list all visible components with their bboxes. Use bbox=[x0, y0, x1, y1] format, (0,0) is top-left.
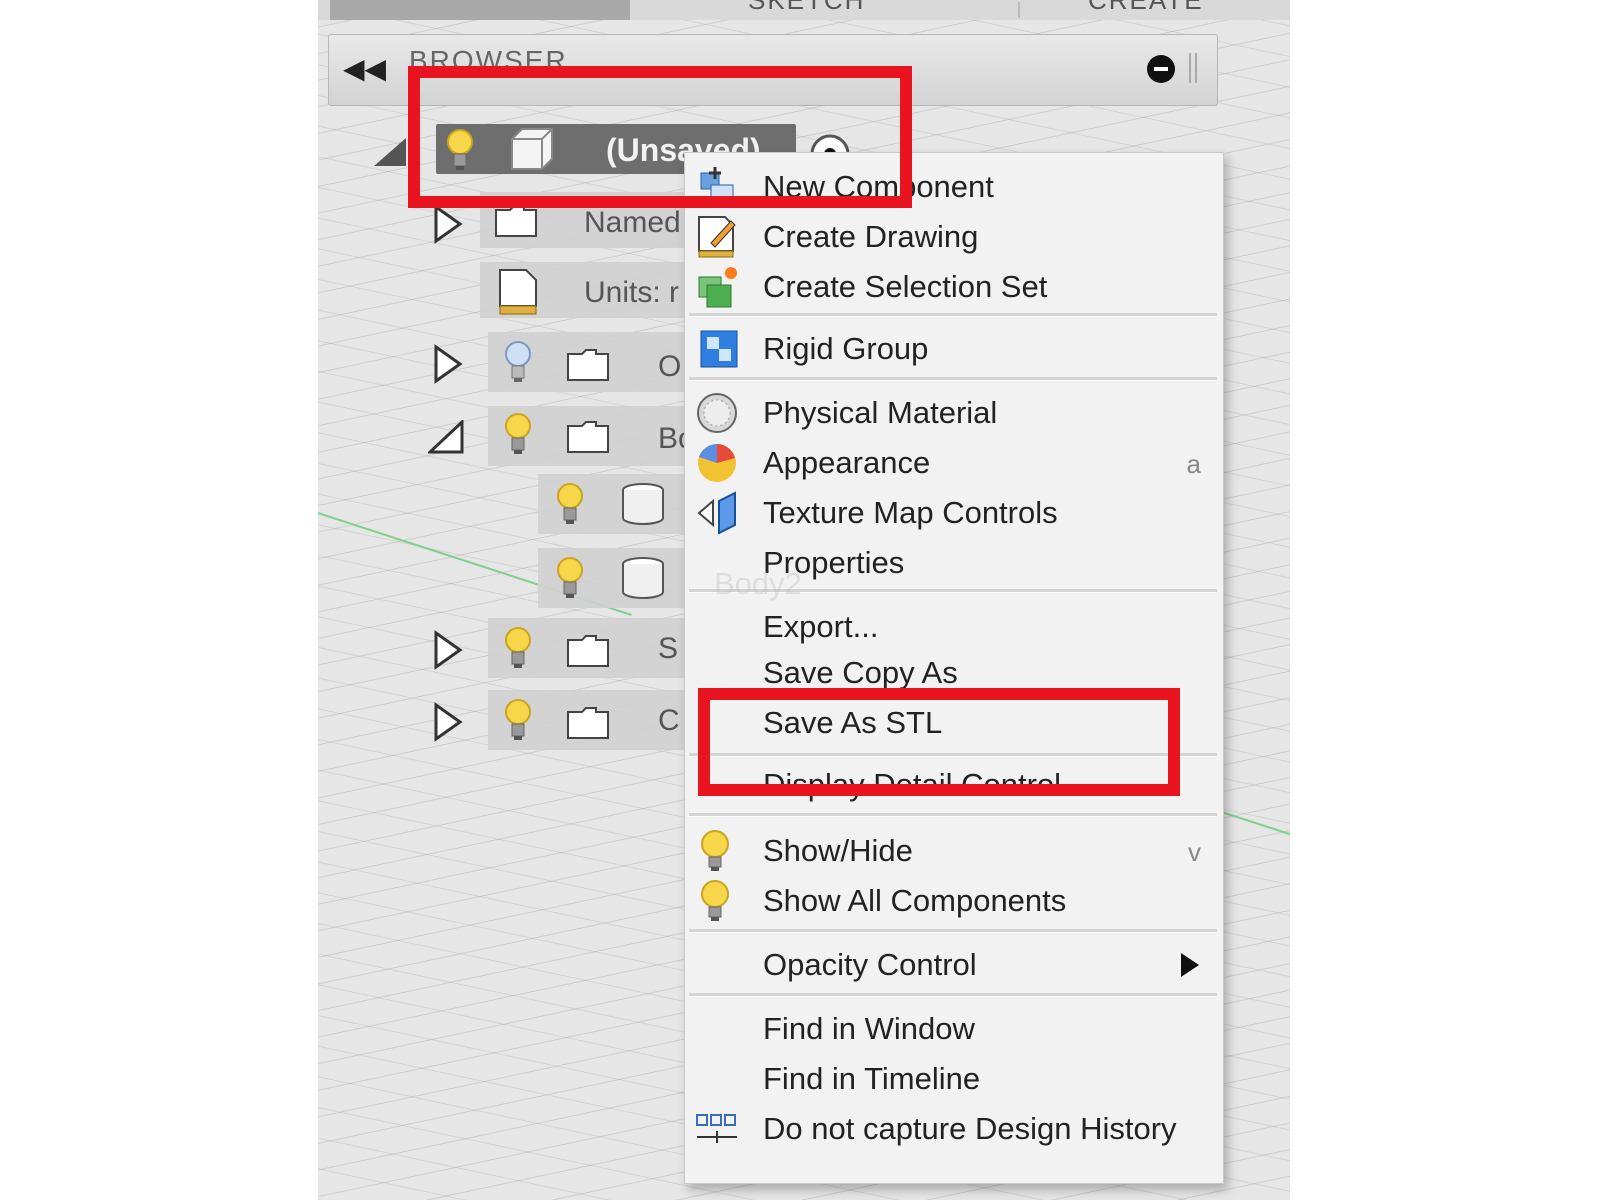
menu-item-label: Save Copy As bbox=[763, 655, 958, 690]
menu-item-label: Show/Hide bbox=[763, 833, 913, 868]
menu-separator bbox=[689, 377, 1217, 381]
tree-item-origin[interactable]: O bbox=[658, 350, 681, 384]
collapse-triangle-icon[interactable] bbox=[372, 136, 408, 168]
folder-icon bbox=[567, 421, 609, 453]
appearance-icon bbox=[698, 444, 736, 482]
panel-grip-icon[interactable] bbox=[1189, 53, 1197, 83]
design-history-icon bbox=[696, 1114, 737, 1143]
menu-item-opacity-control[interactable]: Opacity Control bbox=[685, 941, 1221, 987]
menu-item-label: Create Drawing bbox=[763, 219, 979, 254]
bulb-icon[interactable] bbox=[556, 556, 584, 600]
expand-triangle-icon[interactable] bbox=[432, 702, 464, 742]
bulb-icon[interactable] bbox=[504, 698, 532, 742]
menu-item-label: Texture Map Controls bbox=[763, 495, 1058, 530]
folder-icon bbox=[495, 205, 537, 237]
menu-item-label: Opacity Control bbox=[763, 947, 977, 982]
menu-item-find-in-timeline[interactable]: Find in Timeline bbox=[685, 1055, 1221, 1101]
bulb-icon[interactable] bbox=[504, 626, 532, 670]
selection-set-icon bbox=[698, 267, 737, 308]
body-icon bbox=[622, 557, 664, 599]
menu-item-label: Export... bbox=[763, 609, 879, 644]
toolbar-active-tab[interactable] bbox=[330, 0, 630, 20]
folder-icon bbox=[567, 707, 609, 739]
menu-shortcut: a bbox=[1186, 449, 1201, 479]
menu-item-label: Rigid Group bbox=[763, 331, 929, 366]
menu-item-label: Find in Timeline bbox=[763, 1061, 981, 1096]
menu-item-label: Find in Window bbox=[763, 1011, 975, 1046]
texture-map-icon bbox=[697, 491, 736, 535]
tree-item-body2-ghost: Body2 bbox=[714, 566, 802, 601]
menu-item-label: Appearance bbox=[763, 445, 931, 480]
submenu-arrow-icon bbox=[1181, 953, 1199, 977]
expand-triangle-icon[interactable] bbox=[432, 204, 464, 244]
menu-item-find-in-window[interactable]: Find in Window bbox=[685, 1005, 1221, 1051]
tree-item-named-views[interactable]: Named bbox=[584, 206, 681, 240]
tree-item-units[interactable]: Units: r bbox=[584, 276, 679, 310]
menu-item-label: Create Selection Set bbox=[763, 269, 1048, 304]
menu-separator bbox=[689, 929, 1217, 933]
context-menu: New Component Create Drawing Create Sele… bbox=[684, 152, 1224, 1184]
menu-item-create-selection-set[interactable]: Create Selection Set bbox=[685, 263, 1221, 309]
bulb-icon[interactable] bbox=[556, 482, 584, 526]
menu-separator bbox=[689, 813, 1217, 817]
rigid-group-icon bbox=[700, 330, 738, 368]
bulb-icon bbox=[701, 830, 729, 871]
tree-item-sketches[interactable]: S bbox=[658, 632, 678, 666]
menu-item-create-drawing[interactable]: Create Drawing bbox=[685, 213, 1221, 259]
collapse-panel-icon[interactable]: ◀◀ bbox=[343, 51, 386, 87]
menu-item-do-not-capture-design-history[interactable]: Do not capture Design History bbox=[685, 1105, 1221, 1151]
menu-item-label: Show All Components bbox=[763, 883, 1067, 918]
menu-item-show-all-components[interactable]: Show All Components bbox=[685, 877, 1221, 923]
bulb-icon[interactable] bbox=[504, 412, 532, 456]
menu-item-label: Physical Material bbox=[763, 395, 998, 430]
toolbar-create[interactable]: CREATE bbox=[1088, 0, 1204, 10]
menu-item-appearance[interactable]: Appearance a bbox=[685, 439, 1221, 485]
body-icon bbox=[622, 483, 664, 525]
menu-separator bbox=[689, 993, 1217, 997]
toolbar-sketch[interactable]: SKETCH bbox=[748, 0, 865, 10]
menu-item-export[interactable]: Export... bbox=[685, 603, 1221, 649]
menu-item-label: Do not capture Design History bbox=[763, 1111, 1177, 1146]
document-icon bbox=[499, 269, 537, 315]
folder-icon bbox=[567, 635, 609, 667]
top-toolbar: SKETCH CREATE bbox=[318, 0, 1290, 20]
expand-triangle-icon[interactable] bbox=[432, 344, 464, 384]
tree-item-construction[interactable]: C bbox=[658, 704, 680, 738]
menu-item-show-hide[interactable]: Show/Hide v bbox=[685, 827, 1221, 873]
expand-triangle-icon[interactable] bbox=[432, 630, 464, 670]
menu-shortcut: v bbox=[1188, 837, 1201, 867]
collapse-triangle-icon[interactable] bbox=[428, 420, 464, 454]
folder-icon bbox=[567, 349, 609, 381]
create-drawing-icon bbox=[698, 216, 736, 258]
bulb-off-icon[interactable] bbox=[504, 340, 532, 384]
bulb-icon bbox=[701, 880, 729, 921]
menu-separator bbox=[689, 313, 1217, 317]
highlight-box-root bbox=[408, 66, 912, 208]
physical-material-icon bbox=[697, 393, 737, 433]
menu-item-physical-material[interactable]: Physical Material bbox=[685, 389, 1221, 435]
menu-item-texture-map-controls[interactable]: Texture Map Controls bbox=[685, 489, 1221, 535]
highlight-box-save-as-stl bbox=[698, 688, 1180, 796]
menu-item-rigid-group[interactable]: Rigid Group bbox=[685, 325, 1221, 371]
minus-icon[interactable] bbox=[1147, 55, 1175, 83]
toolbar-separator bbox=[1018, 2, 1020, 18]
